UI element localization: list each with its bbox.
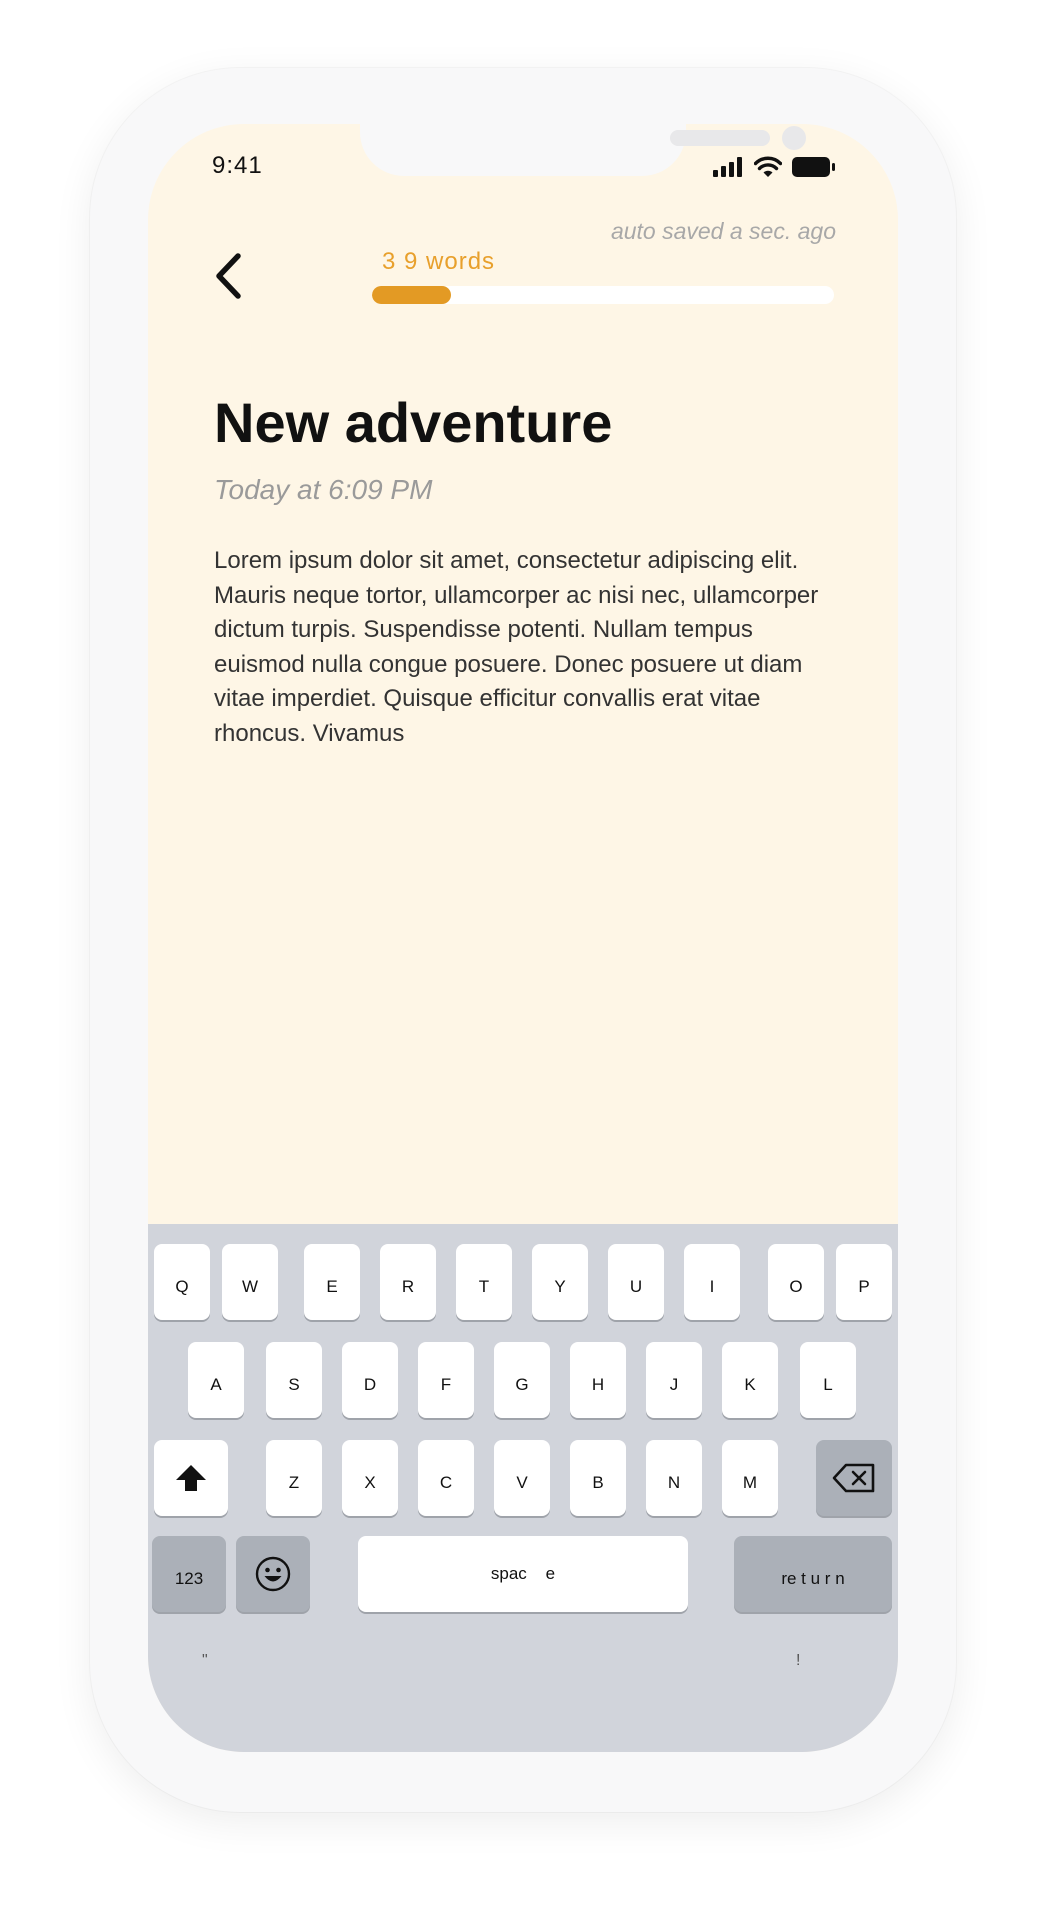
key-e[interactable]: E [304,1244,360,1320]
status-icons [712,156,836,178]
key-label: L [823,1375,833,1394]
key-b[interactable]: B [570,1440,626,1516]
speaker-grille [670,130,770,146]
key-r[interactable]: R [380,1244,436,1320]
key-q[interactable]: Q [154,1244,210,1320]
key-label: H [591,1375,605,1394]
key-h[interactable]: H [570,1342,626,1418]
key-label: E [326,1277,338,1296]
key-label: K [744,1375,756,1394]
key-label: W [241,1277,259,1296]
key-m[interactable]: M [722,1440,778,1516]
key-label: Y [554,1277,566,1296]
key-label: O [789,1277,803,1296]
shift-key[interactable] [154,1440,228,1516]
key-label: Z [288,1473,300,1492]
wifi-icon [754,156,782,177]
key-l[interactable]: L [800,1342,856,1418]
emoji-smiley-icon [255,1556,291,1592]
notch [360,124,806,176]
key-w[interactable]: W [222,1244,278,1320]
word-progress-bar [372,286,834,304]
key-c[interactable]: C [418,1440,474,1516]
key-label: M [742,1473,758,1492]
key-label: B [592,1473,604,1492]
battery-icon [792,157,835,177]
chevron-left-icon [216,253,241,299]
key-v[interactable]: V [494,1440,550,1516]
cellular-signal-icon [713,157,742,177]
key-label: P [858,1277,870,1296]
key-o[interactable]: O [768,1244,824,1320]
note-date: Today at 6:09 PM [214,474,433,505]
key-label: D [363,1375,377,1394]
key-label: Q [175,1277,189,1296]
space-key[interactable]: spac e [358,1536,688,1612]
numbers-key[interactable]: 123 [152,1536,226,1612]
key-label: re t u r n [781,1569,845,1588]
key-g[interactable]: G [494,1342,550,1418]
key-u[interactable]: U [608,1244,664,1320]
key-label: I [709,1277,715,1296]
key-n[interactable]: N [646,1440,702,1516]
key-t[interactable]: T [456,1244,512,1320]
key-s[interactable]: S [266,1342,322,1418]
key-label: N [667,1473,681,1492]
phone-screen: 9:41 auto saved a sec. ago 3 9 words New… [148,124,898,1752]
key-label: G [515,1375,529,1394]
key-label: R [401,1277,415,1296]
note-title[interactable]: New adventure [214,390,612,455]
status-time: 9:41 [212,152,263,179]
shift-arrow-icon [176,1465,206,1491]
delete-key[interactable] [816,1440,892,1516]
key-p[interactable]: P [836,1244,892,1320]
key-label: 123 [174,1569,204,1588]
key-label: A [210,1375,222,1394]
key-label: C [439,1473,453,1492]
key-k[interactable]: K [722,1342,778,1418]
key-j[interactable]: J [646,1342,702,1418]
key-label: S [288,1375,300,1394]
key-d[interactable]: D [342,1342,398,1418]
back-button[interactable] [208,248,248,304]
key-label: V [516,1473,528,1492]
key-a[interactable]: A [188,1342,244,1418]
note-body[interactable]: Lorem ipsum dolor sit amet, consectetur … [214,544,824,751]
key-label: spac e [490,1564,556,1583]
key-label: X [364,1473,376,1492]
key-label: J [669,1375,679,1394]
key-z[interactable]: Z [266,1440,322,1516]
emoji-key[interactable] [236,1536,310,1612]
backspace-icon [832,1463,875,1493]
key-i[interactable]: I [684,1244,740,1320]
key-f[interactable]: F [418,1342,474,1418]
keyboard-hint-right: ! [796,1652,801,1669]
auto-saved-status: auto saved a sec. ago [610,218,836,244]
key-x[interactable]: X [342,1440,398,1516]
key-label: T [478,1277,490,1296]
front-camera [782,126,806,150]
key-y[interactable]: Y [532,1244,588,1320]
word-progress-fill [372,286,451,304]
key-label: U [629,1277,643,1296]
on-screen-keyboard: Q W E R T Y U I O P A S D F G H J K L Z … [148,1224,898,1752]
keyboard-hint-left: " [202,1652,208,1669]
word-count: 3 9 words [382,248,496,275]
key-label: F [440,1375,452,1394]
return-key[interactable]: re t u r n [734,1536,892,1612]
